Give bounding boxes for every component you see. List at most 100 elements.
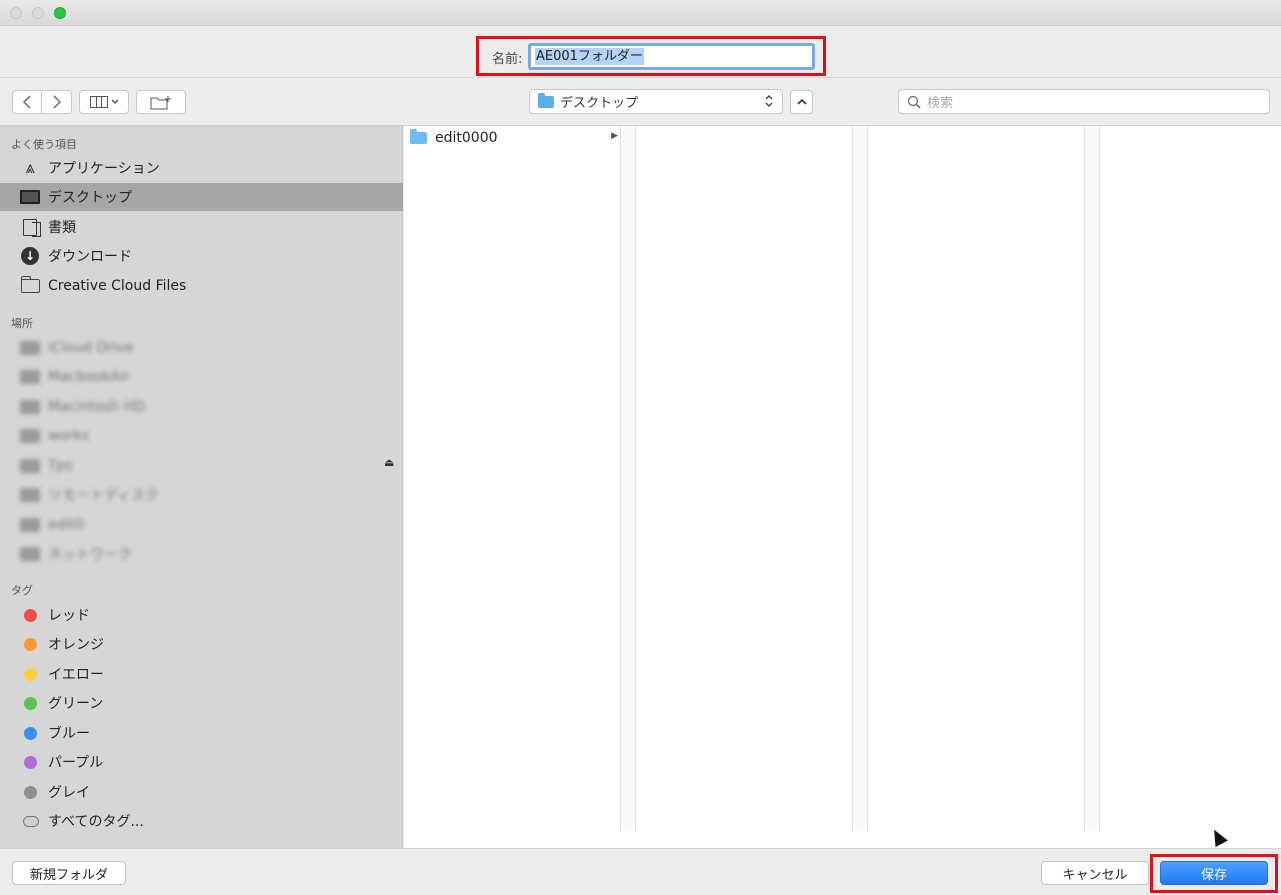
new-folder-icon-button[interactable] bbox=[136, 90, 186, 114]
cloud-icon bbox=[20, 341, 40, 355]
location-label: デスクトップ bbox=[560, 96, 639, 111]
sidebar-item-label: すべてのタグ... bbox=[48, 814, 144, 830]
sidebar-item-documents[interactable]: 書類 bbox=[0, 213, 403, 241]
applications-icon: ⩓ bbox=[25, 158, 35, 178]
sidebar-item-label: ネットワーク bbox=[48, 547, 132, 563]
back-button[interactable] bbox=[12, 90, 42, 114]
all-tags-icon bbox=[23, 815, 39, 827]
sidebar-item-network[interactable]: ネットワーク bbox=[0, 540, 403, 568]
sidebar-item-label: works bbox=[48, 428, 90, 444]
updown-chevron-icon bbox=[765, 95, 773, 107]
minimize-button[interactable] bbox=[32, 7, 44, 19]
forward-button[interactable] bbox=[42, 90, 72, 114]
column-browser: edit0000 ▶ bbox=[404, 126, 1281, 831]
sidebar-item-edit0[interactable]: edit0 bbox=[0, 511, 403, 539]
sidebar-item-remote-disc[interactable]: リモートディスク bbox=[0, 481, 403, 509]
sidebar-item-label: edit0 bbox=[48, 517, 84, 533]
disclosure-arrow-icon: ▶ bbox=[611, 131, 618, 141]
sidebar-item-label: Creative Cloud Files bbox=[48, 278, 187, 294]
filename-value[interactable]: AE001フォルダー bbox=[535, 48, 644, 65]
sidebar-item-label: パープル bbox=[48, 755, 104, 771]
chevron-up-icon bbox=[796, 98, 807, 105]
sidebar-item-all-tags[interactable]: すべてのタグ... bbox=[0, 807, 403, 835]
browser-footer bbox=[404, 831, 1281, 848]
laptop-icon bbox=[20, 370, 40, 384]
sidebar-item-icloud[interactable]: iCloud Drive bbox=[0, 334, 403, 362]
folder-icon bbox=[20, 276, 40, 295]
desktop-icon bbox=[20, 188, 40, 206]
search-placeholder: 検索 bbox=[927, 96, 954, 111]
view-mode-button[interactable] bbox=[79, 90, 129, 114]
cancel-button[interactable]: キャンセル bbox=[1041, 861, 1149, 885]
green-tag-icon bbox=[24, 696, 37, 710]
sidebar-item-label: レッド bbox=[48, 608, 90, 624]
toolbar: デスクトップ 検索 bbox=[0, 78, 1281, 126]
sidebar-item-applications[interactable]: ⩓ アプリケーション bbox=[0, 154, 403, 182]
close-button[interactable] bbox=[10, 7, 22, 19]
sidebar-item-macintosh-hd[interactable]: Macintosh HD bbox=[0, 393, 403, 421]
network-icon bbox=[20, 547, 40, 561]
sidebar-item-desktop[interactable]: デスクトップ bbox=[0, 183, 403, 211]
sidebar-item-label: iCloud Drive bbox=[48, 340, 134, 356]
drive-icon bbox=[20, 518, 40, 532]
search-field[interactable]: 検索 bbox=[898, 89, 1270, 114]
desktop-folder-icon bbox=[538, 92, 554, 108]
sidebar-item-label: グレイ bbox=[48, 785, 90, 801]
save-button[interactable]: 保存 bbox=[1160, 861, 1268, 885]
new-folder-button[interactable]: 新規フォルダ bbox=[12, 861, 126, 885]
sidebar-item-label: イエロー bbox=[48, 667, 104, 683]
sidebar-item-tag-green[interactable]: グリーン bbox=[0, 689, 403, 717]
disk-icon bbox=[20, 400, 40, 414]
title-bar bbox=[0, 0, 1281, 26]
gray-tag-icon bbox=[24, 785, 37, 799]
red-tag-icon bbox=[24, 608, 37, 622]
sidebar-item-works[interactable]: works bbox=[0, 422, 403, 450]
column-resize-handle[interactable] bbox=[620, 126, 636, 831]
sidebar-item-label: オレンジ bbox=[48, 637, 104, 653]
filename-input[interactable]: AE001フォルダー bbox=[528, 43, 815, 70]
sidebar-item-tps[interactable]: Tps ⏏ bbox=[0, 452, 403, 480]
sidebar-item-tag-blue[interactable]: ブルー bbox=[0, 719, 403, 747]
list-item[interactable]: edit0000 ▶ bbox=[410, 128, 618, 148]
yellow-tag-icon bbox=[24, 667, 37, 681]
location-popup[interactable]: デスクトップ bbox=[529, 89, 783, 114]
locations-header: 場所 bbox=[11, 317, 33, 330]
column-view-icon bbox=[89, 96, 108, 108]
sidebar-item-label: グリーン bbox=[48, 696, 104, 712]
sidebar-item-macbook[interactable]: MacbookAir bbox=[0, 363, 403, 391]
sidebar-item-label: MacbookAir bbox=[48, 369, 130, 385]
sidebar-item-tag-red[interactable]: レッド bbox=[0, 601, 403, 629]
column-resize-handle[interactable] bbox=[852, 126, 868, 831]
expand-collapse-button[interactable] bbox=[790, 90, 813, 114]
documents-icon bbox=[20, 218, 41, 237]
blue-tag-icon bbox=[24, 726, 37, 740]
chevron-right-icon bbox=[52, 95, 61, 109]
name-label: 名前: bbox=[492, 52, 523, 67]
disc-icon bbox=[20, 488, 40, 502]
sidebar-item-tag-orange[interactable]: オレンジ bbox=[0, 630, 403, 658]
chevron-left-icon bbox=[22, 95, 31, 109]
sidebar-item-creative-cloud[interactable]: Creative Cloud Files bbox=[0, 272, 403, 300]
search-icon bbox=[907, 95, 921, 109]
file-name: edit0000 bbox=[435, 130, 498, 146]
sidebar-item-label: リモートディスク bbox=[48, 488, 160, 504]
sidebar: よく使う項目 ⩓ アプリケーション デスクトップ 書類 ↓ ダウンロード Cre… bbox=[0, 126, 403, 848]
downloads-icon: ↓ bbox=[20, 247, 40, 265]
sidebar-item-label: ブルー bbox=[48, 726, 90, 742]
sidebar-item-downloads[interactable]: ↓ ダウンロード bbox=[0, 242, 403, 270]
folder-icon bbox=[410, 129, 427, 144]
sidebar-item-label: Macintosh HD bbox=[48, 399, 146, 415]
sidebar-item-label: デスクトップ bbox=[48, 190, 132, 206]
sidebar-item-tag-yellow[interactable]: イエロー bbox=[0, 660, 403, 688]
purple-tag-icon bbox=[24, 755, 37, 769]
disk-icon bbox=[20, 429, 40, 443]
tags-header: タグ bbox=[11, 584, 33, 597]
zoom-button[interactable] bbox=[54, 7, 66, 19]
name-row: 名前: AE001フォルダー bbox=[0, 26, 1281, 78]
chevron-down-icon bbox=[111, 99, 118, 104]
sidebar-item-tag-purple[interactable]: パープル bbox=[0, 748, 403, 776]
disk-icon bbox=[20, 459, 40, 473]
sidebar-item-tag-gray[interactable]: グレイ bbox=[0, 778, 403, 806]
column-resize-handle[interactable] bbox=[1084, 126, 1100, 831]
eject-icon[interactable]: ⏏ bbox=[384, 456, 394, 469]
